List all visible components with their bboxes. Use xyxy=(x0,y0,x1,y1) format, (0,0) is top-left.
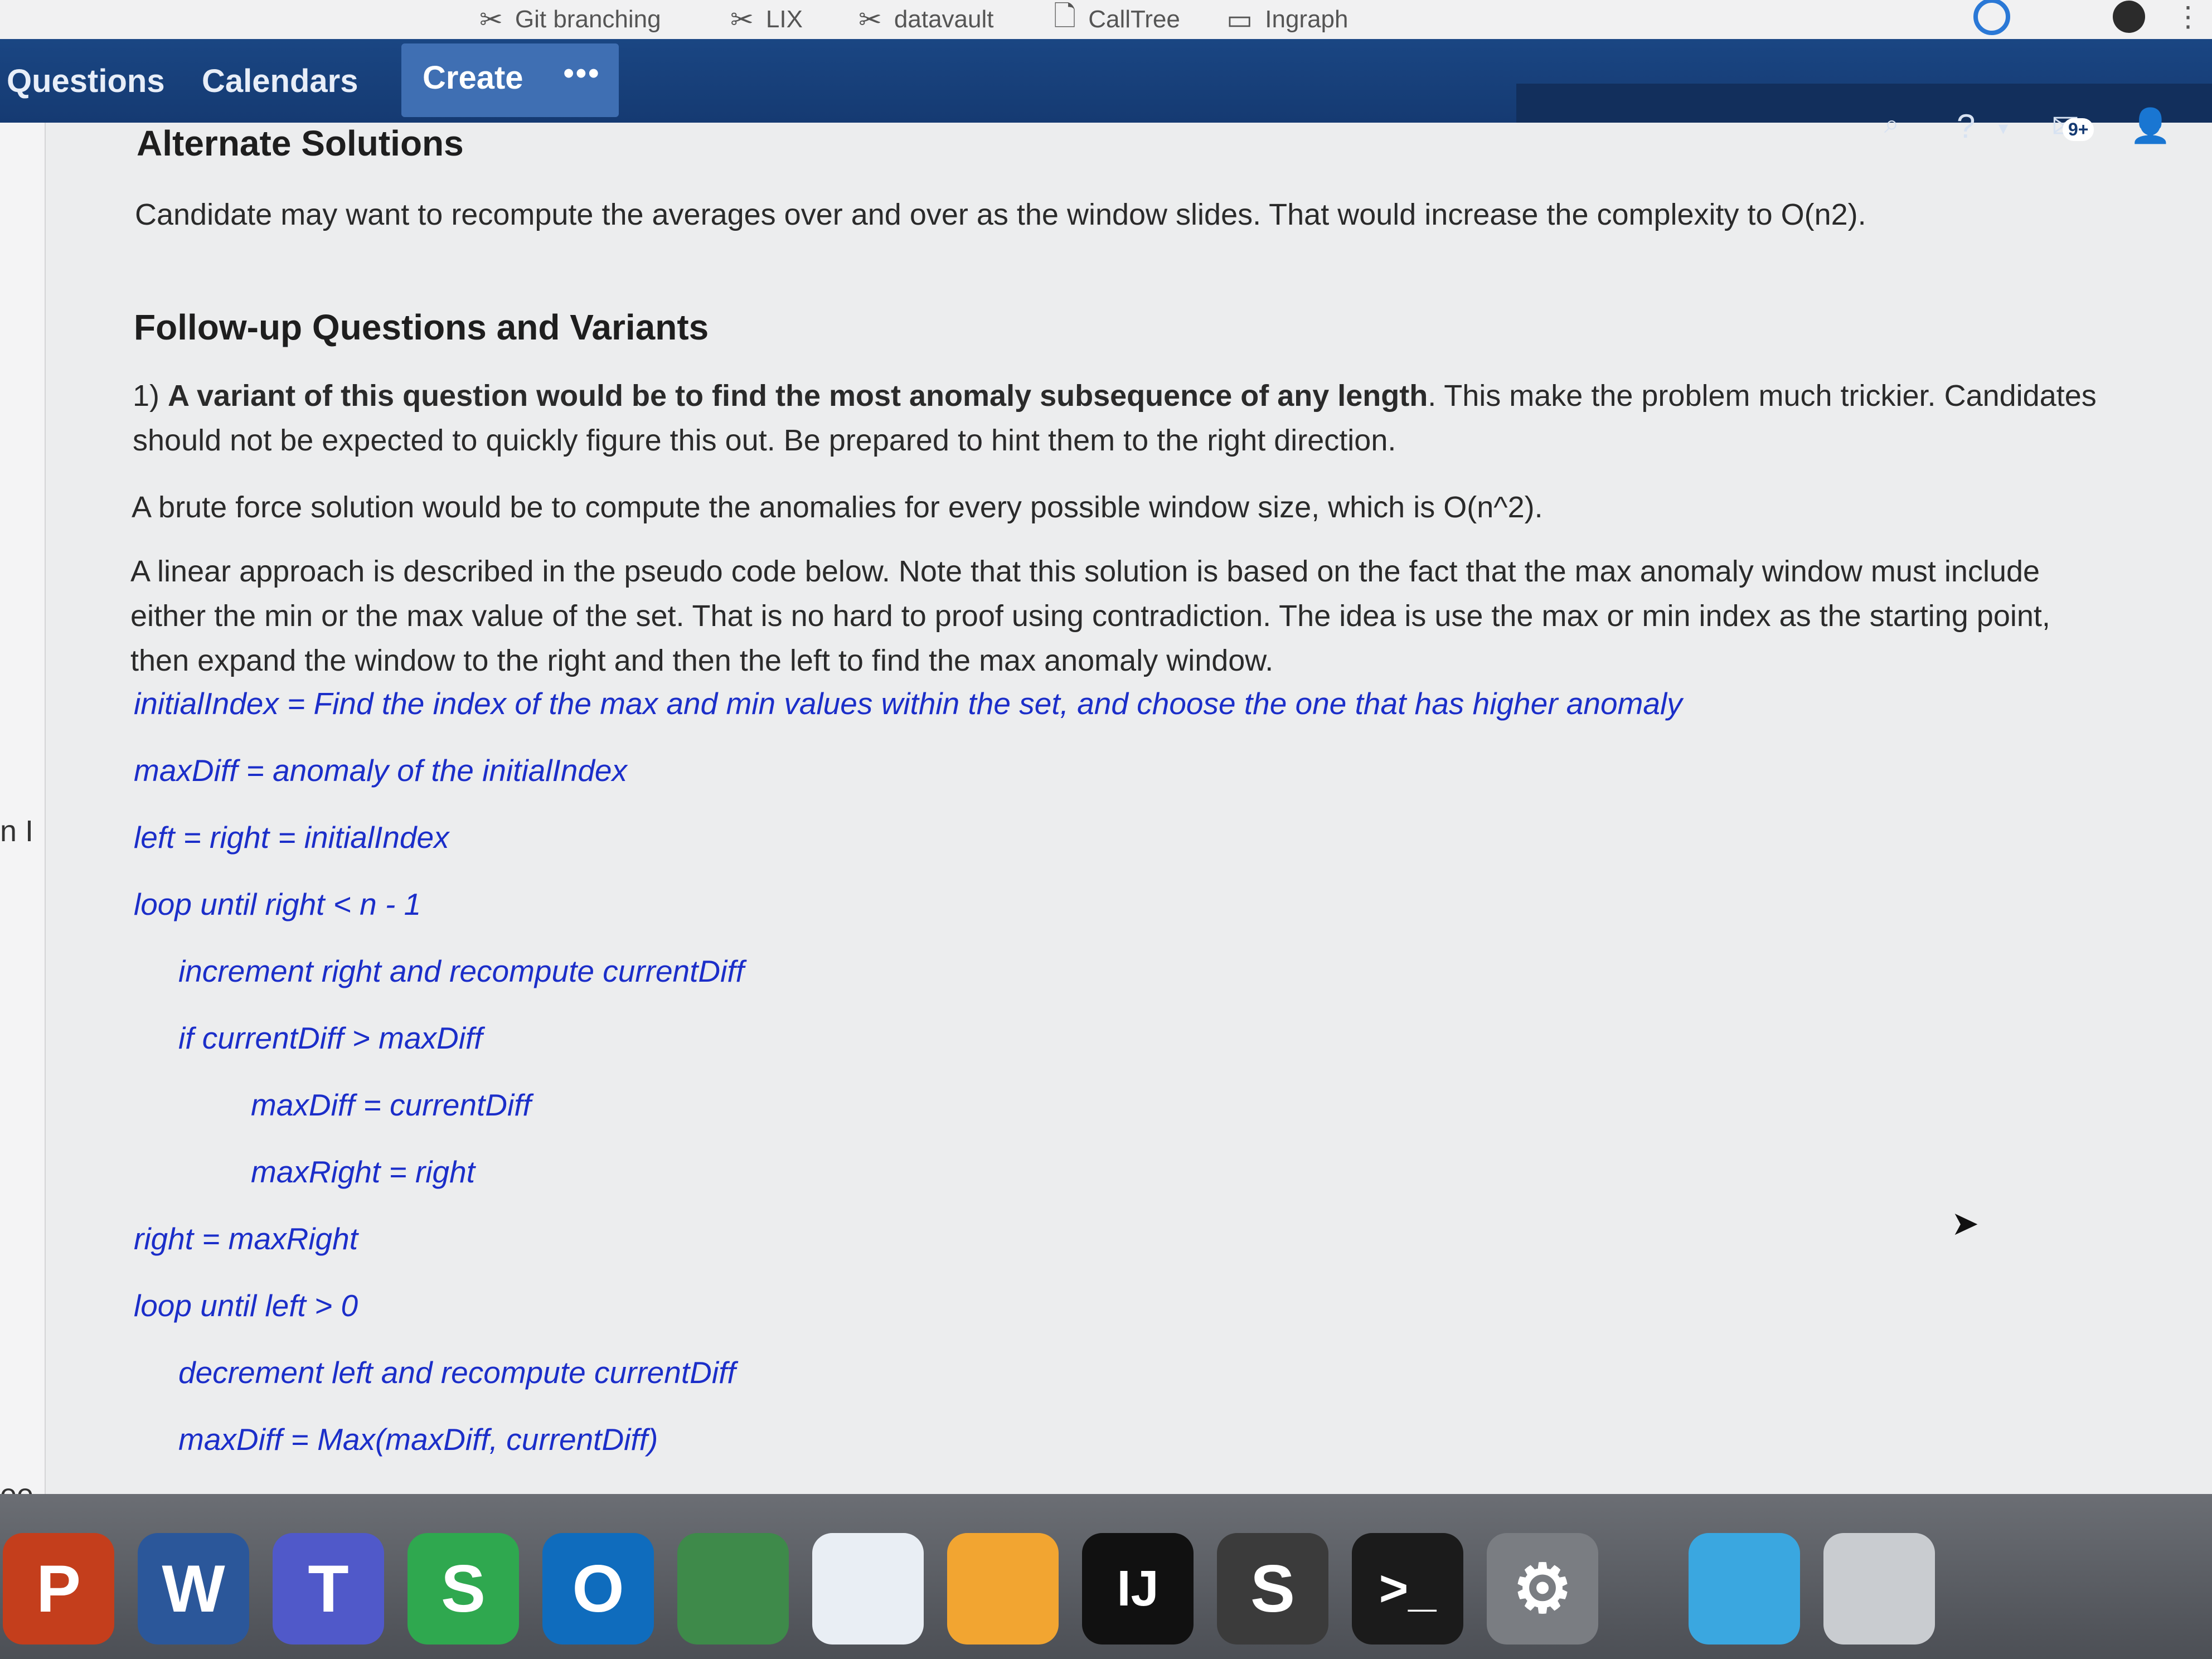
dock-app-vpn[interactable] xyxy=(677,1533,789,1645)
dock-app-label: S xyxy=(1250,1551,1296,1626)
dock-app-label: W xyxy=(162,1551,225,1626)
variant-number: 1) xyxy=(133,379,168,413)
pseudo-code-line: maxDiff = anomaly of the initialIndex xyxy=(134,753,628,788)
pseudo-code-line: if currentDiff > maxDiff xyxy=(178,1021,483,1055)
mouse-cursor-icon: ➤ xyxy=(1951,1205,1980,1242)
dock-app-outlook[interactable]: O xyxy=(542,1533,654,1645)
dock-app-powerpoint[interactable]: P xyxy=(3,1533,114,1645)
left-sidebar: n I ee < xyxy=(0,123,46,1645)
extension-icon[interactable] xyxy=(1973,0,2010,35)
pseudo-code-line: right = maxRight xyxy=(134,1221,358,1256)
page-icon: 🗋 xyxy=(1054,0,1076,32)
user-icon[interactable]: 👤 xyxy=(2129,106,2171,145)
nav-questions[interactable]: Questions xyxy=(7,39,165,123)
help-icon[interactable]: ? xyxy=(1957,107,1975,145)
pseudo-code-line: maxDiff = currentDiff xyxy=(251,1088,531,1122)
linear-approach-paragraph: A linear approach is described in the ps… xyxy=(130,555,2050,677)
profile-avatar[interactable] xyxy=(2113,0,2145,33)
bookmark-calltree[interactable]: 🗋 CallTree xyxy=(1054,0,1180,39)
variant-paragraph: 1) A variant of this question would be t… xyxy=(133,373,2117,463)
dock-app-word[interactable]: W xyxy=(138,1533,249,1645)
dock-app-label: >_ xyxy=(1379,1560,1437,1617)
dock-app-teams[interactable]: T xyxy=(273,1533,384,1645)
tools-icon: ✂ xyxy=(730,4,754,35)
dock-app-label: ⚙ xyxy=(1512,1551,1573,1626)
sidebar-fragment: n I xyxy=(0,814,34,848)
chevron-down-icon: ▾ xyxy=(1998,118,2009,139)
dock: P W T S O IJ S >_ ⚙ xyxy=(0,1494,2212,1659)
nav-right-panel xyxy=(1516,84,2212,123)
dock-app-wifi[interactable] xyxy=(812,1533,924,1645)
tools-icon: ✂ xyxy=(479,4,503,35)
bookmark-lix[interactable]: ✂ LIX xyxy=(730,0,803,39)
dock-app-terminal[interactable]: >_ xyxy=(1352,1533,1463,1645)
pseudo-code-line: maxDiff = Max(maxDiff, currentDiff) xyxy=(178,1422,658,1457)
pseudo-code-line: decrement left and recompute currentDiff xyxy=(178,1355,736,1390)
create-button[interactable]: Create ••• xyxy=(401,43,619,117)
bookmarks-bar: ✂ Git branching ✂ LIX ✂ datavault 🗋 Call… xyxy=(0,0,2212,39)
pseudo-code-line: initialIndex = Find the index of the max… xyxy=(134,686,1682,721)
dock-app-label: IJ xyxy=(1117,1560,1159,1617)
dock-app-label: P xyxy=(36,1551,81,1626)
alternate-solutions-heading: Alternate Solutions xyxy=(137,123,464,163)
dock-app-system-preferences[interactable]: ⚙ xyxy=(1487,1533,1598,1645)
create-label: Create xyxy=(423,60,523,96)
bookmark-ingraph[interactable]: ▭ Ingraph xyxy=(1226,0,1348,39)
dock-app-trash[interactable] xyxy=(1823,1533,1935,1645)
pseudo-code-line: loop until right < n - 1 xyxy=(134,887,421,921)
top-navigation: Questions Calendars Create ••• ⌕ ? ▾ ✉ 👤 xyxy=(0,39,2212,145)
notification-count-badge: 9+ xyxy=(2063,118,2094,141)
tools-icon: ✂ xyxy=(858,4,882,35)
dock-app-skype[interactable]: S xyxy=(408,1533,519,1645)
dock-app-sublime[interactable]: S xyxy=(1217,1533,1328,1645)
followup-heading: Follow-up Questions and Variants xyxy=(134,307,709,347)
pseudo-code-line: left = right = initialIndex xyxy=(134,820,449,855)
brute-force-paragraph: A brute force solution would be to compu… xyxy=(132,491,1543,524)
bookmark-git-branching[interactable]: ✂ Git branching xyxy=(479,0,661,39)
variant-bold-text: A variant of this question would be to f… xyxy=(168,379,1428,413)
folder-icon: ▭ xyxy=(1226,4,1253,35)
dock-app-self-service[interactable] xyxy=(947,1533,1059,1645)
dock-app-label: S xyxy=(440,1551,486,1626)
bookmark-datavault[interactable]: ✂ datavault xyxy=(858,0,993,39)
nav-calendars[interactable]: Calendars xyxy=(202,39,358,123)
alternate-solutions-paragraph: Candidate may want to recompute the aver… xyxy=(135,198,1866,231)
pseudo-code-line: loop until left > 0 xyxy=(134,1288,358,1323)
browser-menu-icon[interactable]: ⋮ xyxy=(2174,0,2202,33)
dock-app-intellij[interactable]: IJ xyxy=(1082,1533,1194,1645)
pseudo-code-line: maxRight = right xyxy=(251,1154,475,1189)
dock-app-label: T xyxy=(308,1551,349,1626)
search-icon[interactable]: ⌕ xyxy=(1884,109,1899,140)
pseudo-code-line: increment right and recompute currentDif… xyxy=(178,954,744,988)
dock-app-downloads[interactable] xyxy=(1689,1533,1800,1645)
dock-app-label: O xyxy=(572,1551,624,1626)
more-options-icon[interactable]: ••• xyxy=(563,55,600,92)
